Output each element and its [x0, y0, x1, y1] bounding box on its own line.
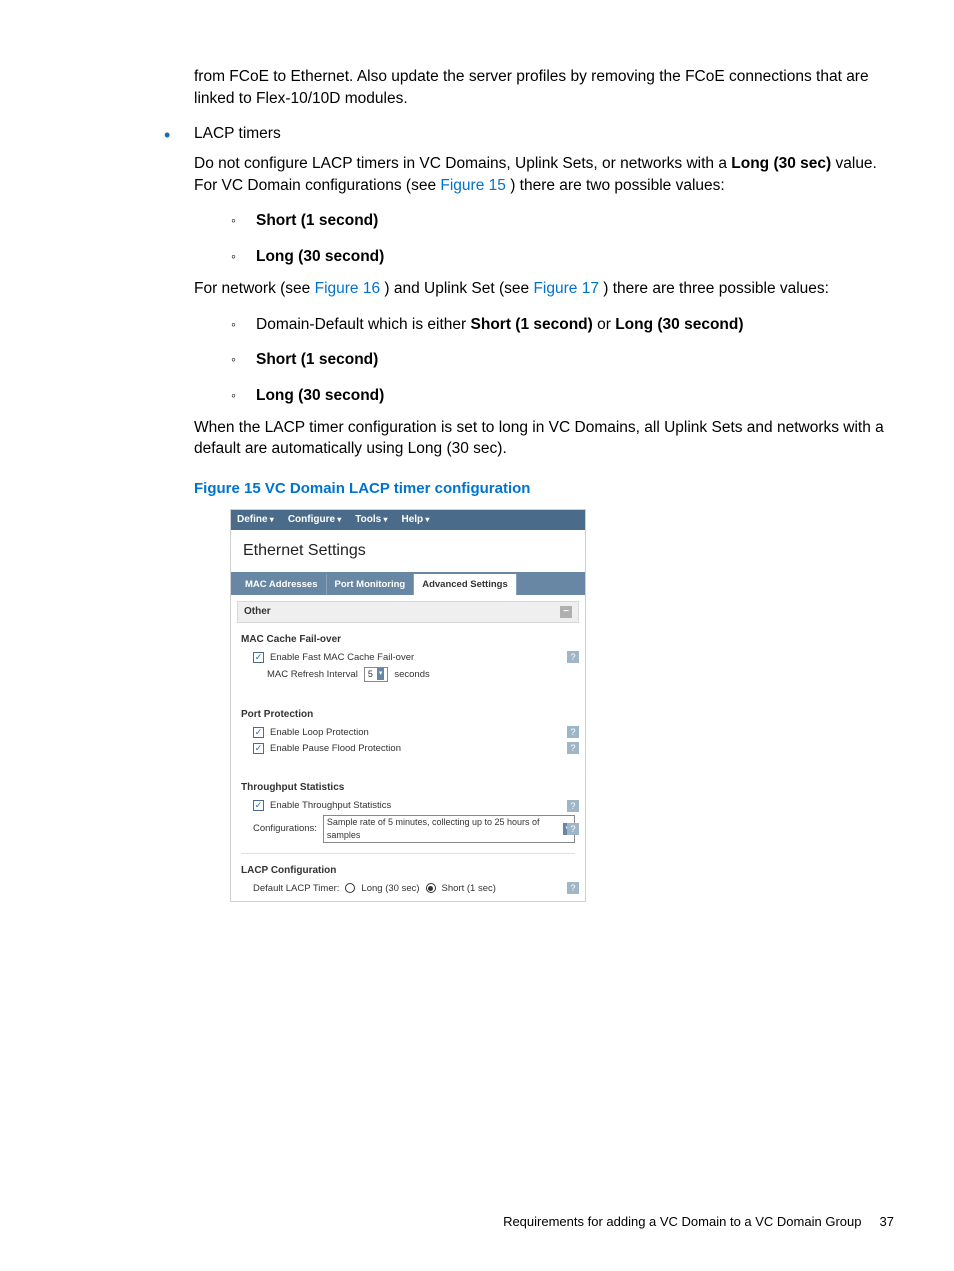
help-icon[interactable]: ? [567, 800, 579, 812]
text: or [597, 316, 615, 333]
row-pause-flood: ✓ Enable Pause Flood Protection ? [253, 742, 575, 755]
row-enable-throughput: ✓ Enable Throughput Statistics ? [253, 799, 575, 812]
text-bold: Long (30 second) [615, 316, 743, 333]
text: ) there are two possible values: [510, 177, 725, 194]
label: Default LACP Timer: [253, 882, 339, 895]
text: ) there are three possible values: [603, 280, 829, 297]
row-loop-protection: ✓ Enable Loop Protection ? [253, 726, 575, 739]
sub-domain-default: Domain-Default which is either Short (1 … [256, 314, 894, 336]
dropdown-icon: ▾ [377, 668, 385, 680]
label: MAC Refresh Interval [267, 668, 358, 681]
text-bold: Short (1 second) [471, 316, 593, 333]
figure-15-caption: Figure 15 VC Domain LACP timer configura… [194, 478, 894, 499]
radio-long-30[interactable] [345, 883, 355, 893]
sub-short-1s-2: Short (1 second) [256, 349, 894, 371]
sub-long-30s-2: Long (30 second) [256, 385, 894, 407]
sub-short-1s: Short (1 second) [256, 210, 894, 232]
help-icon[interactable]: ? [567, 726, 579, 738]
menu-configure[interactable]: Configure [288, 513, 341, 527]
section-other: Other − [237, 601, 579, 623]
text: Do not configure LACP timers in VC Domai… [194, 155, 731, 172]
figure-15-ui: Define Configure Tools Help Ethernet Set… [230, 509, 586, 902]
group-throughput: Throughput Statistics [241, 781, 575, 795]
menu-help[interactable]: Help [401, 513, 429, 527]
row-configurations: Configurations: Sample rate of 5 minutes… [253, 815, 575, 842]
link-figure-16[interactable]: Figure 16 [315, 280, 380, 297]
select-refresh-interval[interactable]: 5 ▾ [364, 667, 389, 682]
text: For network (see [194, 280, 315, 297]
text: ) and Uplink Set (see [384, 280, 533, 297]
label: Configurations: [253, 822, 317, 835]
tab-port-monitoring[interactable]: Port Monitoring [327, 574, 415, 594]
label: Enable Pause Flood Protection [270, 742, 401, 755]
row-enable-fast-mac: ✓ Enable Fast MAC Cache Fail-over ? [253, 651, 575, 664]
group-port-protection: Port Protection [241, 708, 575, 722]
menubar: Define Configure Tools Help [231, 510, 585, 530]
paragraph-pre: from FCoE to Ethernet. Also update the s… [194, 66, 894, 109]
select-value: 5 [368, 668, 373, 681]
radio-short-1[interactable] [426, 883, 436, 893]
page-number: 37 [880, 1214, 894, 1229]
checkbox-throughput[interactable]: ✓ [253, 800, 264, 811]
help-icon[interactable]: ? [567, 823, 579, 835]
link-figure-15[interactable]: Figure 15 [440, 177, 505, 194]
tab-mac-addresses[interactable]: MAC Addresses [237, 574, 327, 594]
collapse-icon[interactable]: − [560, 606, 572, 618]
checkbox-enable-fast-mac[interactable]: ✓ [253, 652, 264, 663]
help-icon[interactable]: ? [567, 742, 579, 754]
row-mac-refresh: MAC Refresh Interval 5 ▾ seconds [253, 667, 575, 682]
text-bold: Long (30 sec) [731, 155, 831, 172]
page-footer: Requirements for adding a VC Domain to a… [503, 1213, 894, 1231]
label: Enable Fast MAC Cache Fail-over [270, 651, 414, 664]
sub-long-30s: Long (30 second) [256, 246, 894, 268]
footer-text: Requirements for adding a VC Domain to a… [503, 1214, 861, 1229]
tabs: MAC Addresses Port Monitoring Advanced S… [231, 572, 585, 594]
checkbox-loop-protection[interactable]: ✓ [253, 727, 264, 738]
label-unit: seconds [394, 668, 429, 681]
radio-label: Long (30 sec) [361, 882, 419, 895]
row-default-lacp-timer: Default LACP Timer: Long (30 sec) Short … [253, 882, 575, 895]
select-configurations[interactable]: Sample rate of 5 minutes, collecting up … [323, 815, 575, 842]
menu-tools[interactable]: Tools [355, 513, 387, 527]
tab-advanced-settings[interactable]: Advanced Settings [414, 574, 517, 594]
label: Enable Throughput Statistics [270, 799, 391, 812]
group-mac-cache: MAC Cache Fail-over [241, 633, 575, 647]
help-icon[interactable]: ? [567, 651, 579, 663]
text: Domain-Default which is either [256, 316, 471, 333]
select-value: Sample rate of 5 minutes, collecting up … [327, 816, 560, 841]
checkbox-pause-flood[interactable]: ✓ [253, 743, 264, 754]
panel-title: Ethernet Settings [231, 530, 585, 572]
help-icon[interactable]: ? [567, 882, 579, 894]
link-figure-17[interactable]: Figure 17 [533, 280, 598, 297]
bullet-lacp-timers: LACP timers [194, 123, 894, 145]
label: Enable Loop Protection [270, 726, 369, 739]
radio-label: Short (1 sec) [442, 882, 496, 895]
section-label: Other [244, 605, 271, 619]
paragraph: For network (see Figure 16 ) and Uplink … [194, 278, 894, 300]
paragraph: Do not configure LACP timers in VC Domai… [194, 153, 894, 196]
paragraph: When the LACP timer configuration is set… [194, 417, 894, 460]
menu-define[interactable]: Define [237, 513, 274, 527]
group-lacp: LACP Configuration [241, 864, 575, 878]
